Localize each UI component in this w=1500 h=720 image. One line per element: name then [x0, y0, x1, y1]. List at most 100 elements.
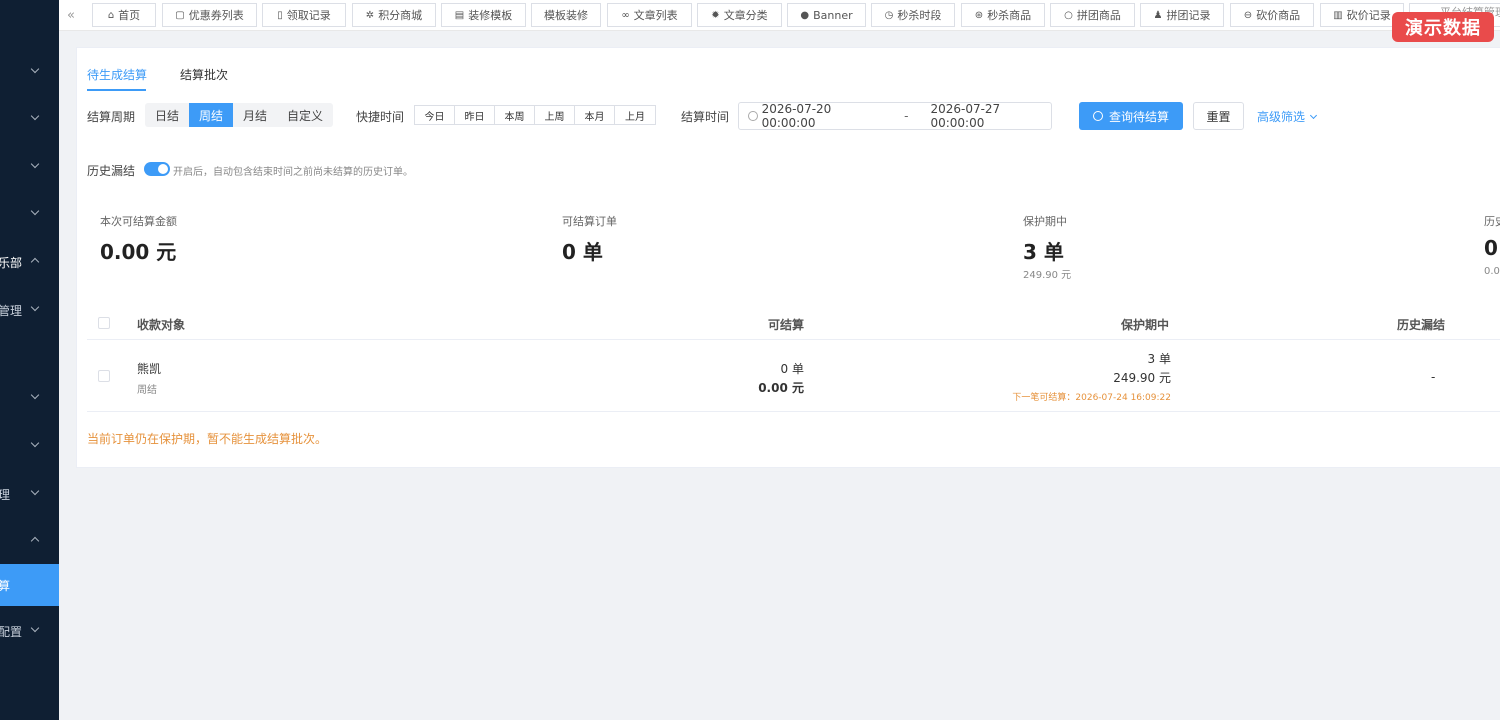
- quick-yesterday[interactable]: 昨日: [455, 106, 495, 124]
- sidebar-item-club[interactable]: 乐部: [0, 241, 59, 281]
- sidebar-item-10[interactable]: [0, 520, 59, 560]
- tab-label: 文章列表: [633, 9, 678, 22]
- stat-label-amount: 本次可结算金额: [100, 215, 177, 228]
- tab-home[interactable]: ⌂ 首页: [92, 3, 156, 27]
- settle-count: 0 单: [780, 362, 804, 376]
- bookmark-icon: ▯: [277, 9, 283, 21]
- col-history: 历史漏结: [1397, 318, 1446, 332]
- chevron-down-icon: [30, 302, 40, 312]
- payee-name: 熊凯: [137, 362, 162, 376]
- sidebar-item-settlement[interactable]: 算: [0, 564, 59, 606]
- quick-time-label: 快捷时间: [356, 110, 405, 124]
- quick-last-week[interactable]: 上周: [535, 106, 575, 124]
- cycle-option-custom[interactable]: 自定义: [277, 103, 333, 127]
- stat-value-history: 0: [1484, 236, 1498, 260]
- quick-this-month[interactable]: 本月: [575, 106, 615, 124]
- demo-data-badge: 演示数据: [1392, 12, 1494, 42]
- collapse-icon[interactable]: «: [67, 8, 75, 23]
- tab-group-records[interactable]: ♟ 拼团记录: [1140, 3, 1224, 27]
- sidebar-item-7[interactable]: [0, 377, 59, 417]
- tab-label: 积分商城: [378, 9, 423, 22]
- date-separator: -: [904, 109, 909, 123]
- date-start[interactable]: 2026-07-20 00:00:00: [762, 102, 883, 130]
- cycle-selector: 日结 周结 月结 自定义: [145, 103, 334, 127]
- history-value: -: [1431, 370, 1436, 384]
- gift-icon: ✲: [365, 9, 375, 21]
- reset-button[interactable]: 重置: [1193, 102, 1244, 130]
- cycle-label: 结算周期: [87, 110, 136, 124]
- protect-count: 3 单: [1147, 352, 1171, 366]
- advanced-filter-label: 高级筛选: [1257, 110, 1306, 124]
- tab-label: 装修模板: [468, 9, 513, 22]
- sidebar-item-manage[interactable]: 管理: [0, 289, 59, 329]
- quick-this-week[interactable]: 本周: [495, 106, 535, 124]
- tab-banner[interactable]: ● Banner: [787, 3, 866, 27]
- loading-icon: ○: [1064, 9, 1073, 21]
- user-icon: ♟: [1153, 9, 1163, 21]
- table-header: 收款对象 可结算 保护期中 历史漏结: [87, 306, 1500, 340]
- sidebar-item-4[interactable]: [0, 193, 59, 233]
- col-protected: 保护期中: [1121, 318, 1170, 332]
- tab-label: 秒杀时段: [897, 9, 942, 22]
- sidebar-item-1[interactable]: [0, 51, 59, 91]
- select-all-checkbox[interactable]: [98, 317, 110, 329]
- tab-points-mall[interactable]: ✲ 积分商城: [352, 3, 436, 27]
- tab-article-list[interactable]: ∞ 文章列表: [607, 3, 692, 27]
- coupon-icon: ▢: [175, 9, 185, 21]
- protect-amount: 249.90 元: [1113, 371, 1171, 385]
- row-checkbox[interactable]: [98, 370, 110, 382]
- tab-group-products[interactable]: ○ 拼团商品: [1050, 3, 1135, 27]
- tab-bargain-products[interactable]: ⊖ 砍价商品: [1230, 3, 1314, 27]
- stat-label-orders: 可结算订单: [562, 215, 617, 228]
- tab-template-decor[interactable]: 模板装修: [531, 3, 601, 27]
- chevron-down-icon: [30, 159, 40, 169]
- tab-label: 首页: [118, 9, 141, 22]
- sidebar-item-3[interactable]: [0, 146, 59, 186]
- toggle-knob: [158, 164, 168, 174]
- date-end[interactable]: 2026-07-27 00:00:00: [930, 102, 1051, 130]
- tab-flash-slots[interactable]: ◷ 秒杀时段: [871, 3, 955, 27]
- table-row[interactable]: 熊凯 周结 0 单 0.00 元 3 单 249.90 元 下一笔可结算：202…: [87, 340, 1500, 412]
- tab-label: 砍价记录: [1346, 9, 1391, 22]
- tab-decor-template[interactable]: ▤ 装修模板: [441, 3, 526, 27]
- settle-time-label: 结算时间: [681, 110, 730, 124]
- link-icon: ∞: [621, 9, 630, 21]
- tab-flash-products[interactable]: ⊛ 秒杀商品: [961, 3, 1045, 27]
- sidebar-item-9[interactable]: 理: [0, 473, 59, 513]
- history-toggle[interactable]: [144, 162, 170, 176]
- card-icon: ⊖: [1243, 9, 1253, 21]
- quick-last-month[interactable]: 上月: [615, 106, 655, 124]
- cycle-option-daily[interactable]: 日结: [145, 103, 189, 127]
- date-range-picker[interactable]: 2026-07-20 00:00:00 - 2026-07-27 00:00:0…: [738, 102, 1052, 130]
- sidebar: 乐部 管理 理 算 配置: [0, 0, 59, 720]
- search-icon: [1092, 111, 1103, 121]
- tab-article-category[interactable]: ✹ 文章分类: [697, 3, 782, 27]
- chevron-up-icon: [30, 536, 40, 546]
- tab-settlement-batches[interactable]: 结算批次: [180, 66, 228, 83]
- sidebar-item-label: 乐部: [0, 256, 23, 270]
- query-pending-button[interactable]: 查询待结算: [1079, 102, 1183, 130]
- advanced-filter-link[interactable]: 高级筛选: [1257, 108, 1318, 125]
- tab-label: Banner: [813, 8, 853, 22]
- settings-icon: ⊛: [974, 9, 984, 21]
- chevron-down-icon: [30, 206, 40, 216]
- col-settleable: 可结算: [768, 318, 805, 332]
- tab-label: 拼团商品: [1076, 9, 1121, 22]
- sidebar-item-label: 管理: [0, 304, 23, 318]
- sidebar-item-config[interactable]: 配置: [0, 610, 59, 650]
- tab-label: 领取记录: [286, 9, 331, 22]
- sidebar-item-2[interactable]: [0, 98, 59, 138]
- quick-today[interactable]: 今日: [415, 106, 455, 124]
- tab-pending-settlement[interactable]: 待生成结算: [87, 66, 147, 83]
- protection-warning: 当前订单仍在保护期，暂不能生成结算批次。: [87, 432, 328, 446]
- tab-coupon-list[interactable]: ▢ 优惠券列表: [162, 3, 257, 27]
- chevron-down-icon: [30, 64, 40, 74]
- cycle-option-monthly[interactable]: 月结: [233, 103, 277, 127]
- chevron-down-icon: [30, 111, 40, 121]
- tab-claim-records[interactable]: ▯ 领取记录: [262, 3, 346, 27]
- sidebar-item-8[interactable]: [0, 425, 59, 465]
- stat-value-orders: 0 单: [562, 240, 603, 264]
- cycle-option-weekly[interactable]: 周结: [189, 103, 234, 127]
- tab-label: 文章分类: [723, 9, 768, 22]
- settlement-card: 待生成结算 结算批次 结算周期 日结 周结 月结 自定义 快捷时间 今日 昨日 …: [76, 47, 1500, 468]
